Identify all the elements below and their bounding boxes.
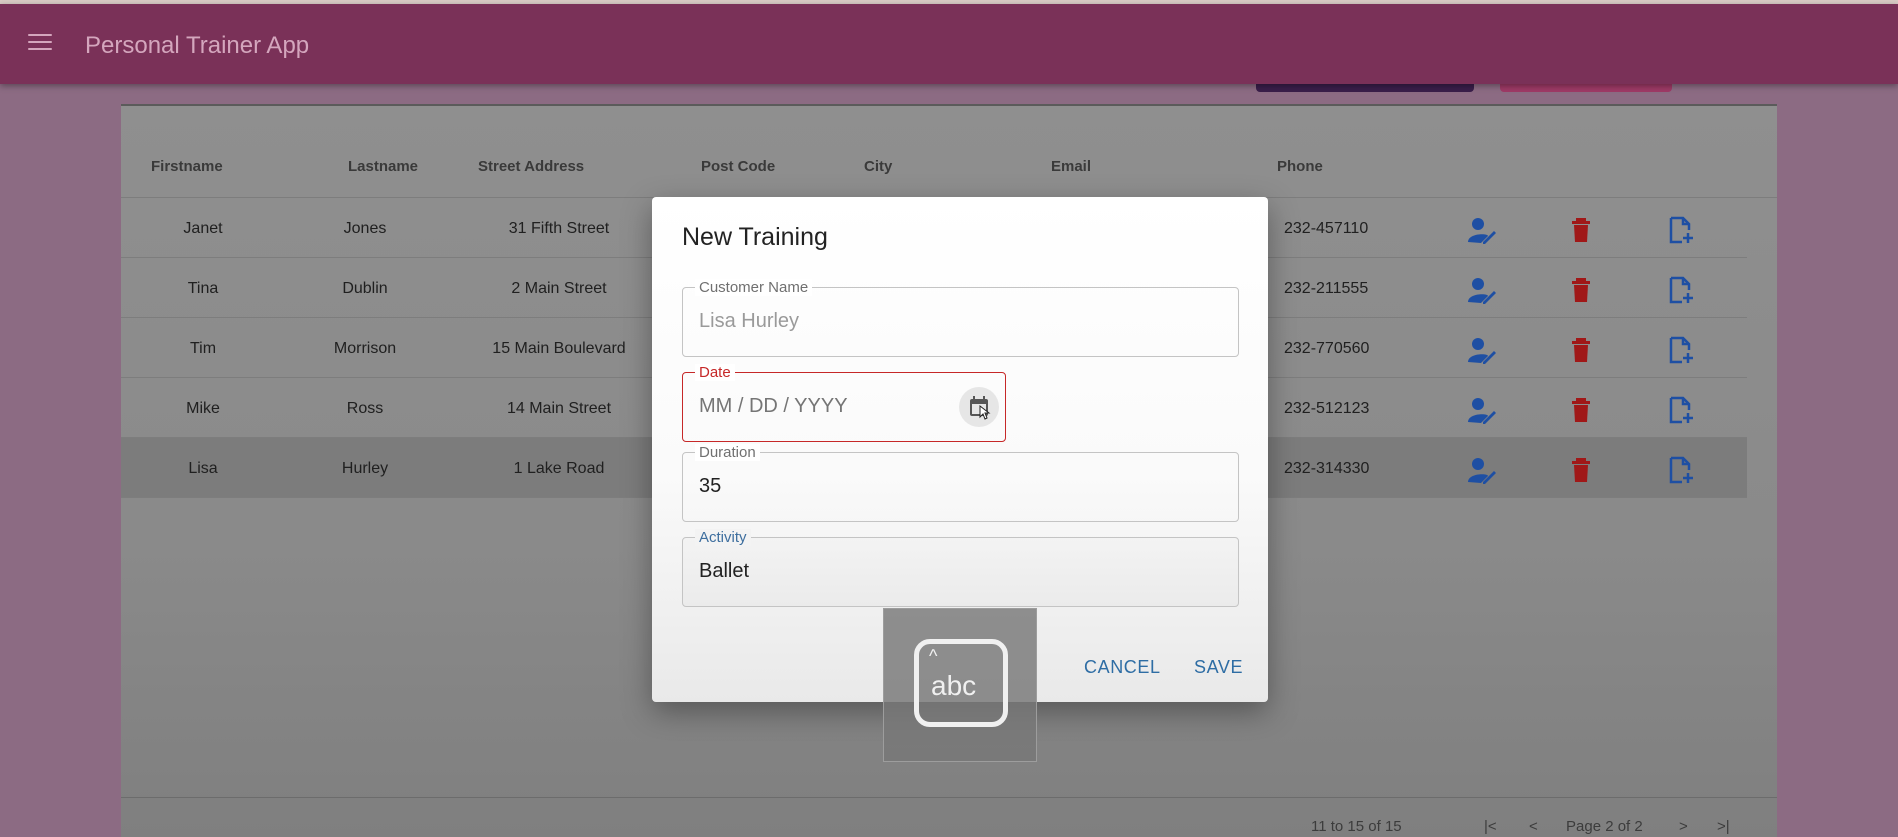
- customer-name-field: Customer Name: [682, 279, 1239, 357]
- cell-lastname: Morrison: [333, 340, 397, 357]
- table-footer-divider: [121, 797, 1777, 798]
- duration-input[interactable]: [699, 475, 1199, 498]
- cancel-button[interactable]: CANCEL: [1084, 657, 1161, 678]
- user-edit-icon[interactable]: [1467, 456, 1496, 484]
- cell-lastname: Jones: [343, 220, 387, 237]
- trash-icon[interactable]: [1567, 396, 1595, 422]
- column-header-firstname[interactable]: Firstname: [151, 158, 223, 175]
- column-header-phone[interactable]: Phone: [1277, 158, 1323, 175]
- last-page-icon[interactable]: >|: [1717, 818, 1730, 835]
- calendar-button[interactable]: [959, 387, 999, 427]
- file-add-icon[interactable]: [1667, 216, 1695, 244]
- duration-label: Duration: [695, 444, 760, 461]
- cell-street: 15 Main Boulevard: [492, 340, 626, 357]
- cell-street: 1 Lake Road: [513, 460, 605, 477]
- cell-firstname: Mike: [186, 400, 220, 417]
- activity-label: Activity: [695, 529, 751, 546]
- cell-street: 31 Fifth Street: [508, 220, 610, 237]
- table-header: Firstname Lastname Street Address Post C…: [121, 118, 1777, 198]
- dialog-title: New Training: [682, 223, 828, 251]
- column-header-lastname[interactable]: Lastname: [348, 158, 418, 175]
- cell-firstname: Tina: [187, 280, 219, 297]
- calendar-icon: [970, 396, 991, 420]
- file-add-icon[interactable]: [1667, 456, 1695, 484]
- trash-icon[interactable]: [1567, 456, 1595, 482]
- activity-input[interactable]: [699, 560, 1199, 583]
- cell-firstname: Janet: [183, 220, 223, 237]
- file-add-icon[interactable]: [1667, 276, 1695, 304]
- cell-lastname: Ross: [346, 400, 384, 417]
- user-edit-icon[interactable]: [1467, 336, 1496, 364]
- first-page-icon[interactable]: |<: [1484, 818, 1497, 835]
- cell-street: 2 Main Street: [511, 280, 607, 297]
- user-edit-icon[interactable]: [1467, 276, 1496, 304]
- panel-divider: [121, 104, 1777, 106]
- date-input[interactable]: [699, 395, 949, 418]
- cell-phone: 232-211555: [1284, 280, 1369, 297]
- cell-phone: 232-314330: [1284, 460, 1370, 477]
- file-add-icon[interactable]: [1667, 396, 1695, 424]
- cell-street: 14 Main Street: [506, 400, 612, 417]
- pagination-range: 11 to 15 of 15: [1311, 818, 1402, 835]
- cell-firstname: Lisa: [188, 460, 218, 477]
- app-title: Personal Trainer App: [85, 32, 310, 59]
- cell-lastname: Hurley: [341, 460, 389, 477]
- activity-field[interactable]: Activity: [682, 529, 1239, 607]
- file-add-icon[interactable]: [1667, 336, 1695, 364]
- duration-field[interactable]: Duration: [682, 444, 1239, 522]
- cell-phone: 232-512123: [1284, 400, 1370, 417]
- prev-page-icon[interactable]: <: [1529, 818, 1538, 835]
- column-header-postcode[interactable]: Post Code: [701, 158, 775, 175]
- input-method-indicator: ^ abc: [883, 608, 1037, 762]
- cell-lastname: Dublin: [342, 280, 388, 297]
- date-field[interactable]: Date: [682, 364, 1006, 442]
- cell-phone: 232-457110: [1284, 220, 1369, 237]
- keyboard-icon: ^ abc: [914, 639, 1008, 727]
- column-header-city[interactable]: City: [864, 158, 892, 175]
- save-button[interactable]: SAVE: [1194, 657, 1243, 678]
- cell-phone: 232-770560: [1284, 340, 1370, 357]
- user-edit-icon[interactable]: [1467, 216, 1496, 244]
- next-page-icon[interactable]: >: [1679, 818, 1688, 835]
- ime-mode-text: abc: [931, 670, 977, 701]
- customer-name-label: Customer Name: [695, 279, 813, 296]
- menu-icon[interactable]: [28, 34, 52, 54]
- app-bar: Personal Trainer App: [0, 4, 1898, 84]
- trash-icon[interactable]: [1567, 276, 1595, 302]
- column-header-street[interactable]: Street Address: [478, 158, 584, 175]
- user-edit-icon[interactable]: [1467, 396, 1496, 424]
- pagination-page: Page 2 of 2: [1566, 818, 1643, 835]
- trash-icon[interactable]: [1567, 216, 1595, 242]
- column-header-email[interactable]: Email: [1051, 158, 1091, 175]
- trash-icon[interactable]: [1567, 336, 1595, 362]
- cell-firstname: Tim: [189, 340, 217, 357]
- customer-name-input: [699, 310, 1199, 333]
- date-label: Date: [695, 364, 735, 381]
